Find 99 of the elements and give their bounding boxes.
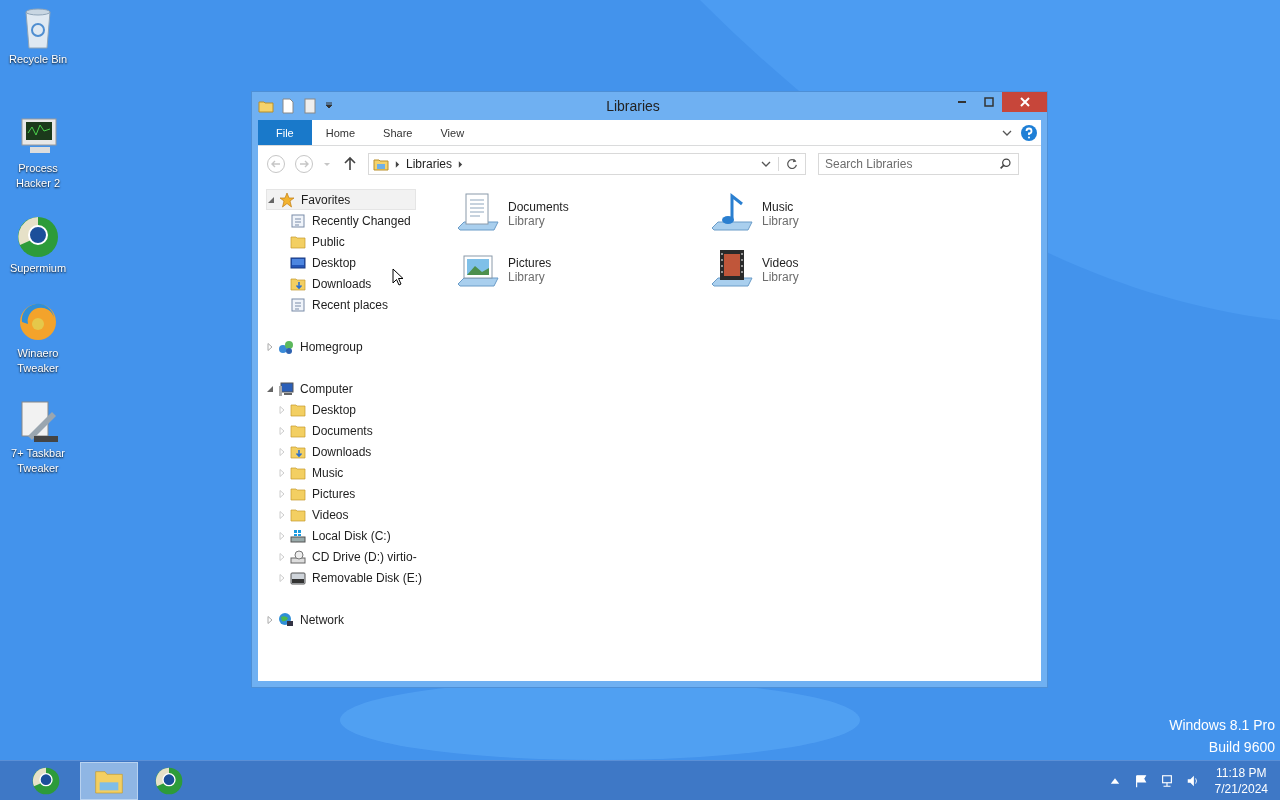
tree-label: Favorites xyxy=(301,192,351,207)
expander-icon[interactable] xyxy=(266,384,274,393)
tree-item[interactable]: Desktop xyxy=(266,399,434,420)
library-name: Pictures xyxy=(508,256,552,270)
edition-text: Windows 8.1 Pro xyxy=(1169,716,1275,735)
library-name: Videos xyxy=(762,256,799,270)
library-item[interactable]: Documents Library xyxy=(454,189,708,239)
expander-icon[interactable] xyxy=(267,195,275,204)
tree-label: Homegroup xyxy=(300,339,363,354)
tree-label: Desktop xyxy=(312,255,357,270)
close-button[interactable] xyxy=(1002,92,1047,112)
folder-icon xyxy=(290,275,306,292)
tree-label: Recently Changed xyxy=(312,213,411,228)
help-icon[interactable] xyxy=(1021,124,1037,141)
tree-item[interactable]: Computer xyxy=(266,378,434,399)
minimize-icon xyxy=(957,101,966,103)
tree-label: Network xyxy=(300,612,344,627)
network-icon[interactable] xyxy=(1159,773,1174,788)
tree-item[interactable]: Recent places xyxy=(266,294,434,315)
tree-label: Pictures xyxy=(312,486,356,501)
tree-label: Desktop xyxy=(312,402,357,417)
breadcrumb[interactable]: Libraries xyxy=(406,157,453,171)
ribbon-tab[interactable]: File xyxy=(258,120,312,145)
document-icon xyxy=(290,296,306,313)
tree-label: Recent places xyxy=(312,297,389,312)
maximize-icon xyxy=(983,97,994,107)
caret-icon[interactable] xyxy=(324,101,334,111)
document-icon[interactable] xyxy=(280,98,296,114)
chevron-icon xyxy=(458,160,464,168)
folder-icon xyxy=(290,401,306,418)
tree-label: Computer xyxy=(300,381,353,396)
tree-item[interactable]: Recently Changed xyxy=(266,210,434,231)
library-type: Library xyxy=(762,270,799,284)
folder-icon xyxy=(290,506,306,523)
tree-item[interactable]: Homegroup xyxy=(266,336,434,357)
folder-icon xyxy=(290,443,306,460)
star-icon xyxy=(279,191,295,208)
tree-item[interactable]: Network xyxy=(266,609,434,630)
folder-icon xyxy=(290,464,306,481)
tree-label: Downloads xyxy=(312,276,372,291)
tree-item[interactable]: Pictures xyxy=(266,483,434,504)
tree-item[interactable]: Downloads xyxy=(266,441,434,462)
library-type: Library xyxy=(508,214,546,228)
document-icon xyxy=(290,212,306,229)
folder-icon xyxy=(290,485,306,502)
clock-date: 7/21/2024 xyxy=(1214,780,1268,797)
document-icon[interactable] xyxy=(302,98,318,114)
library-item[interactable]: Pictures Library xyxy=(454,245,708,295)
folder-icon xyxy=(290,422,306,439)
drive-icon xyxy=(290,548,306,565)
tree-item[interactable]: Videos xyxy=(266,504,434,525)
tree-item[interactable]: Removable Disk (E:) xyxy=(266,567,434,588)
close-icon xyxy=(1019,97,1030,107)
library-type: Library xyxy=(762,214,799,228)
clock[interactable]: 11:18 PM 7/21/2024 xyxy=(1206,764,1280,797)
tree-item[interactable]: Desktop xyxy=(266,252,434,273)
globe-icon xyxy=(278,611,294,628)
search-field[interactable]: Search Libraries xyxy=(818,153,1019,175)
ribbon-tab[interactable]: Home xyxy=(311,120,370,145)
tree-label: Videos xyxy=(312,507,349,522)
edition-text: Build 9600 xyxy=(1208,738,1275,757)
ribbon-tab[interactable]: View xyxy=(426,120,479,145)
cursor-icon xyxy=(392,268,404,286)
network-icon xyxy=(278,338,294,355)
library-type: Library xyxy=(508,270,546,284)
tree-label: Removable Disk (E:) xyxy=(312,570,423,585)
ribbon-tab[interactable]: Share xyxy=(369,120,427,145)
folder-icon[interactable] xyxy=(258,98,274,114)
address-bar[interactable]: Libraries xyxy=(368,153,806,175)
tree-item[interactable]: Public xyxy=(266,231,434,252)
tree-item[interactable]: Downloads xyxy=(266,273,434,294)
tree-label: Local Disk (C:) xyxy=(312,528,391,543)
drive-icon xyxy=(290,527,306,544)
speaker-icon[interactable] xyxy=(1185,773,1200,788)
library-item[interactable]: Videos Library xyxy=(708,245,962,295)
folder-icon xyxy=(290,233,306,250)
monitor-icon xyxy=(290,254,306,271)
chevron-icon xyxy=(395,160,400,168)
window-title: Libraries xyxy=(605,98,661,114)
computer-icon xyxy=(278,380,294,397)
tree-label: Downloads xyxy=(312,444,372,459)
tree-label: Documents xyxy=(312,423,373,438)
drive-icon xyxy=(290,569,306,586)
folder-icon xyxy=(373,156,389,172)
tree-item[interactable]: Favorites xyxy=(266,189,416,210)
library-name: Music xyxy=(762,200,795,214)
tree-item[interactable]: Music xyxy=(266,462,434,483)
tree-item[interactable]: CD Drive (D:) virtio- xyxy=(266,546,434,567)
clock-time: 11:18 PM xyxy=(1216,764,1267,781)
tree-item[interactable]: Documents xyxy=(266,420,434,441)
tree-label: Music xyxy=(312,465,344,480)
library-item[interactable]: Music Library xyxy=(708,189,962,239)
taskbar-button[interactable] xyxy=(80,761,138,800)
library-name: Documents xyxy=(508,200,569,214)
tree-label: CD Drive (D:) virtio- xyxy=(312,549,417,564)
search-icon xyxy=(999,157,1012,170)
flag-icon[interactable] xyxy=(1133,773,1148,788)
tree-label: Public xyxy=(312,234,345,249)
tree-item[interactable]: Local Disk (C:) xyxy=(266,525,434,546)
